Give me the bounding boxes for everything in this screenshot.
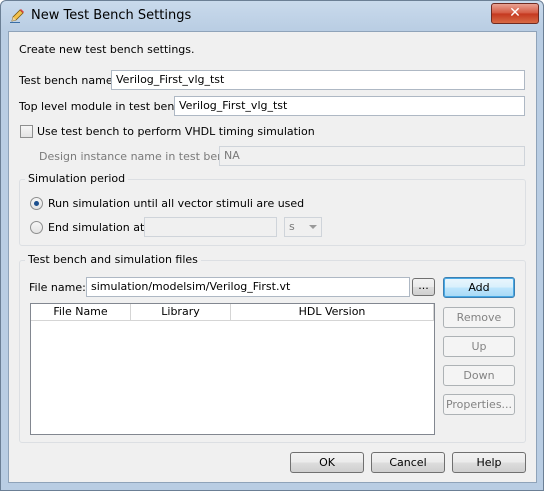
top-level-module-label: Top level module in test bench: bbox=[19, 100, 192, 113]
chevron-down-icon bbox=[309, 225, 317, 229]
column-header-file-name[interactable]: File Name bbox=[31, 304, 131, 321]
design-instance-label: Design instance name in test bench: bbox=[39, 150, 241, 163]
files-group-title: Test bench and simulation files bbox=[25, 253, 201, 266]
dialog-window: New Test Bench Settings ✕ Create new tes… bbox=[0, 0, 544, 491]
title-bar[interactable]: New Test Bench Settings ✕ bbox=[1, 1, 543, 31]
help-button[interactable]: Help bbox=[452, 452, 526, 473]
vhdl-timing-label[interactable]: Use test bench to perform VHDL timing si… bbox=[37, 125, 315, 138]
end-at-label[interactable]: End simulation at: bbox=[48, 221, 148, 234]
close-button[interactable]: ✕ bbox=[491, 3, 539, 24]
run-until-radio[interactable] bbox=[30, 197, 43, 210]
end-at-radio[interactable] bbox=[30, 221, 43, 234]
files-table[interactable]: File Name Library HDL Version bbox=[30, 303, 435, 435]
top-level-module-input[interactable]: Verilog_First_vlg_tst bbox=[174, 96, 525, 116]
run-until-label[interactable]: Run simulation until all vector stimuli … bbox=[48, 197, 304, 210]
dialog-client: Create new test bench settings. Test ben… bbox=[8, 31, 537, 483]
up-button[interactable]: Up bbox=[443, 336, 515, 357]
design-instance-input[interactable]: NA bbox=[219, 146, 525, 166]
browse-button[interactable]: ... bbox=[412, 278, 435, 296]
file-name-input[interactable]: simulation/modelsim/Verilog_First.vt bbox=[86, 277, 410, 297]
vhdl-timing-checkbox[interactable] bbox=[20, 125, 33, 138]
time-unit-select[interactable]: s bbox=[284, 217, 322, 237]
time-unit-value: s bbox=[289, 220, 295, 233]
column-header-hdl-version[interactable]: HDL Version bbox=[231, 304, 434, 321]
pencil-icon bbox=[9, 8, 25, 24]
remove-button[interactable]: Remove bbox=[443, 307, 515, 328]
properties-button[interactable]: Properties... bbox=[443, 394, 515, 415]
test-bench-name-label: Test bench name: bbox=[19, 74, 117, 87]
add-button[interactable]: Add bbox=[443, 277, 515, 298]
ok-button[interactable]: OK bbox=[290, 452, 364, 473]
file-name-label: File name: bbox=[29, 281, 86, 294]
intro-text: Create new test bench settings. bbox=[19, 43, 195, 56]
end-at-input[interactable] bbox=[144, 217, 277, 237]
cancel-button[interactable]: Cancel bbox=[371, 452, 445, 473]
window-title: New Test Bench Settings bbox=[31, 8, 192, 23]
simulation-period-title: Simulation period bbox=[25, 172, 129, 185]
column-header-library[interactable]: Library bbox=[131, 304, 231, 321]
down-button[interactable]: Down bbox=[443, 365, 515, 386]
close-icon: ✕ bbox=[509, 5, 521, 21]
test-bench-name-input[interactable]: Verilog_First_vlg_tst bbox=[111, 70, 525, 90]
